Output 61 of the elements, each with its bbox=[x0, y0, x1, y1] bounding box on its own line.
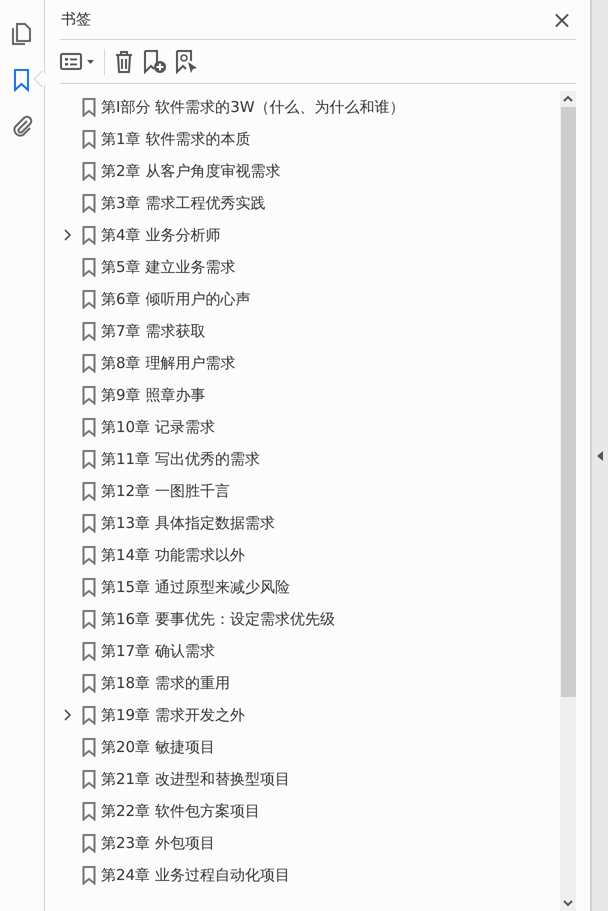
scrollbar[interactable] bbox=[560, 91, 576, 911]
bookmark-icon bbox=[82, 642, 96, 660]
bookmark-search-icon[interactable] bbox=[175, 50, 199, 74]
bookmark-icon bbox=[82, 706, 96, 724]
bookmark-item[interactable]: 第19章 需求开发之外 bbox=[101, 704, 245, 726]
bookmark-item[interactable]: 第2章 从客户角度审视需求 bbox=[101, 160, 280, 182]
bookmark-item[interactable]: 第10章 记录需求 bbox=[101, 416, 215, 438]
bookmark-icon bbox=[82, 770, 96, 788]
bookmark-icon bbox=[82, 354, 96, 372]
pages-icon bbox=[10, 22, 34, 46]
bookmark-item[interactable]: 第16章 要事优先：设定需求优先级 bbox=[101, 608, 335, 630]
bookmark-item[interactable]: 第20章 敏捷项目 bbox=[101, 736, 215, 758]
bookmark-icon bbox=[82, 258, 96, 276]
expand-icon[interactable] bbox=[64, 709, 72, 721]
bookmark-item[interactable]: 第Ⅰ部分 软件需求的3W（什么、为什么和谁） bbox=[101, 96, 405, 118]
bookmark-icon bbox=[82, 98, 96, 116]
bookmark-icon bbox=[82, 834, 96, 852]
bookmark-item[interactable]: 第1章 软件需求的本质 bbox=[101, 128, 250, 150]
bookmark-icon bbox=[82, 738, 96, 756]
close-button[interactable]: × bbox=[548, 8, 576, 32]
bookmark-item[interactable]: 第15章 通过原型来减少风险 bbox=[101, 576, 290, 598]
bookmark-icon bbox=[82, 482, 96, 500]
delete-icon[interactable] bbox=[113, 50, 135, 74]
bookmark-item[interactable]: 第24章 业务过程自动化项目 bbox=[101, 864, 290, 886]
bookmark-icon bbox=[82, 194, 96, 212]
bookmark-item[interactable]: 第21章 改进型和替换型项目 bbox=[101, 768, 290, 790]
bookmark-item[interactable]: 第8章 理解用户需求 bbox=[101, 352, 236, 374]
bookmark-item[interactable]: 第22章 软件包方案项目 bbox=[101, 800, 260, 822]
bookmark-item[interactable]: 第5章 建立业务需求 bbox=[101, 256, 236, 278]
bookmark-icon bbox=[82, 162, 96, 180]
options-menu-button[interactable] bbox=[60, 50, 96, 72]
bookmark-item[interactable]: 第14章 功能需求以外 bbox=[101, 544, 245, 566]
bookmark-icon bbox=[82, 418, 96, 436]
bookmark-icon bbox=[82, 322, 96, 340]
bookmark-icon bbox=[82, 610, 96, 628]
bookmark-item[interactable]: 第7章 需求获取 bbox=[101, 320, 206, 342]
bookmark-icon bbox=[82, 578, 96, 596]
bookmark-item[interactable]: 第23章 外包项目 bbox=[101, 832, 215, 854]
bookmark-icon bbox=[82, 514, 96, 532]
bookmark-icon bbox=[82, 866, 96, 884]
bookmark-item[interactable]: 第3章 需求工程优秀实践 bbox=[101, 192, 266, 214]
bookmark-icon bbox=[82, 674, 96, 692]
bookmark-icon bbox=[82, 546, 96, 564]
bookmark-item[interactable]: 第4章 业务分析师 bbox=[101, 224, 220, 246]
bookmark-icon bbox=[82, 130, 96, 148]
bookmark-icon bbox=[82, 226, 96, 244]
bookmark-item[interactable]: 第17章 确认需求 bbox=[101, 640, 215, 662]
panel-title: 书签 bbox=[60, 9, 91, 30]
bookmark-icon bbox=[82, 450, 96, 468]
bookmark-icon bbox=[82, 386, 96, 404]
expand-icon[interactable] bbox=[64, 229, 72, 241]
bookmark-item[interactable]: 第18章 需求的重用 bbox=[101, 672, 230, 694]
bookmark-icon bbox=[82, 290, 96, 308]
bookmark-item[interactable]: 第11章 写出优秀的需求 bbox=[101, 448, 260, 470]
bookmark-item[interactable]: 第12章 一图胜千言 bbox=[101, 480, 230, 502]
bookmark-item[interactable]: 第9章 照章办事 bbox=[101, 384, 206, 406]
collapse-icon[interactable] bbox=[597, 450, 603, 460]
bookmark-icon bbox=[82, 802, 96, 820]
new-bookmark-icon[interactable] bbox=[143, 50, 167, 74]
bookmark-item[interactable]: 第6章 倾听用户的心声 bbox=[101, 288, 250, 310]
bookmark-item[interactable]: 第13章 具体指定数据需求 bbox=[101, 512, 275, 534]
